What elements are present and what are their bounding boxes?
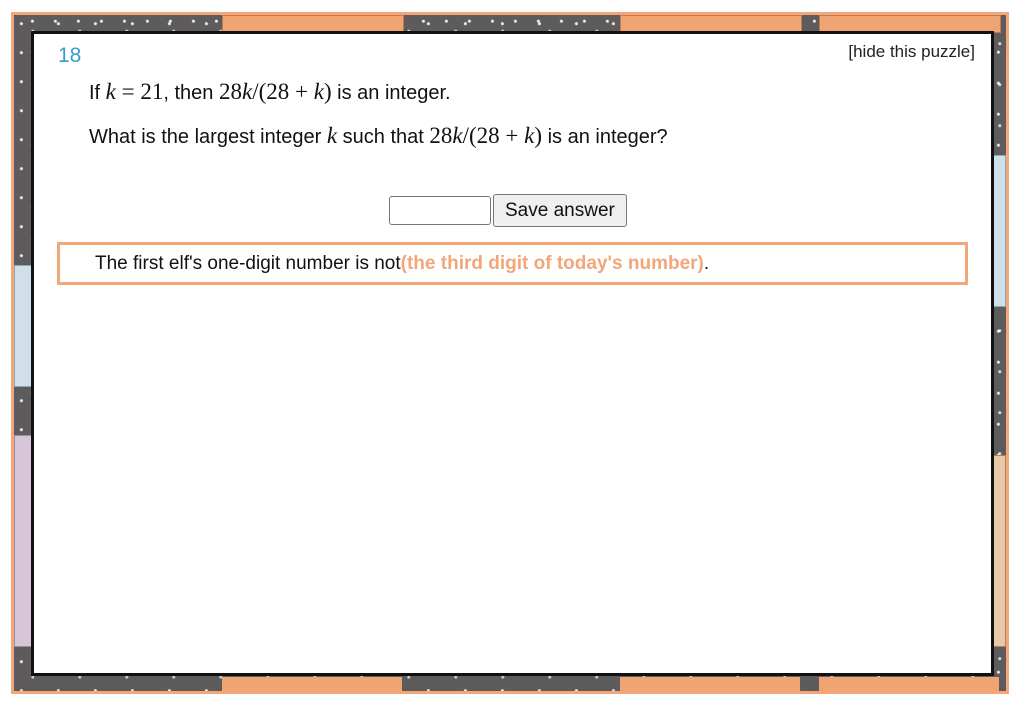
puzzle-number: 18 (58, 44, 82, 67)
question-text: What is the largest integer (89, 126, 327, 148)
question-text: is an integer? (542, 126, 668, 148)
clue-highlight: (the third digit of today's number) (400, 252, 704, 274)
clue-text: The first elf's one-digit number is not (95, 252, 401, 274)
math-expression: k = 21 (105, 79, 164, 104)
save-answer-button[interactable]: Save answer (493, 194, 627, 227)
question-text: such that (337, 126, 430, 148)
clue-suffix: . (703, 252, 710, 274)
ground-decoration (222, 677, 402, 691)
question-text: is an integer. (331, 82, 451, 104)
math-expression: k (326, 123, 338, 148)
answer-row: Save answer (389, 194, 627, 227)
puzzle-panel: 18 [hide this puzzle] If k = 21, then 28… (31, 31, 994, 676)
hide-puzzle-link[interactable]: [hide this puzzle] (848, 42, 975, 62)
question-text: If (89, 82, 106, 104)
question-text: , then (163, 82, 219, 104)
ground-decoration (819, 677, 999, 691)
question-line-1: If k = 21, then 28k/(28 + k) is an integ… (89, 79, 451, 105)
question-line-2: What is the largest integer k such that … (89, 123, 668, 149)
ground-decoration (620, 677, 800, 691)
math-expression: 28k/(28 + k) (429, 123, 543, 148)
math-expression: 28k/(28 + k) (218, 79, 332, 104)
clue-box: The first elf's one-digit number is not … (57, 242, 968, 285)
answer-input[interactable] (389, 196, 491, 225)
